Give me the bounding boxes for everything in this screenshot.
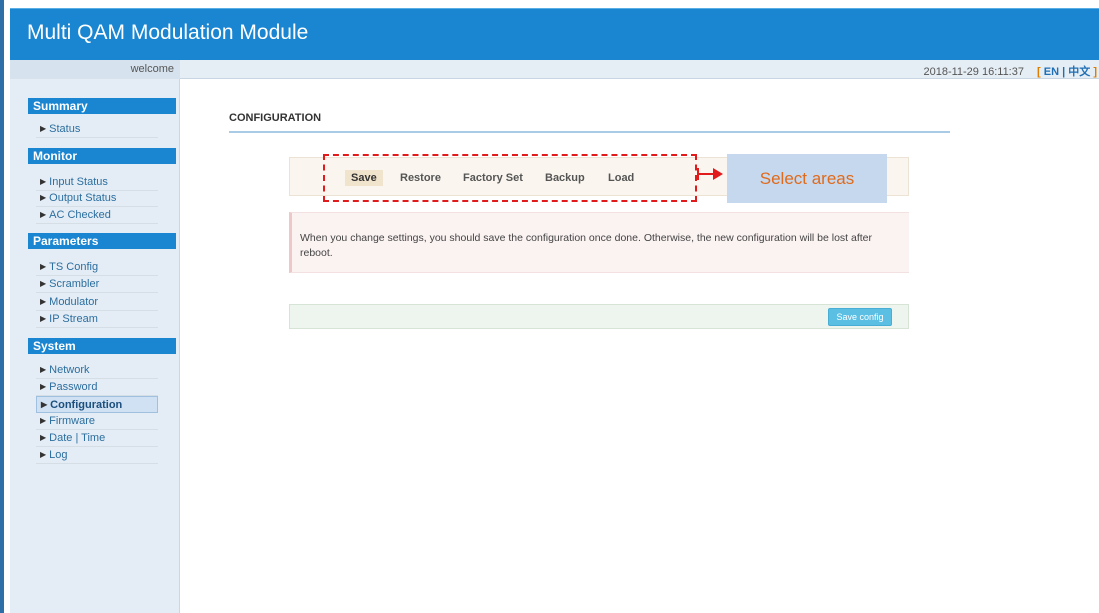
datetime: 2018-11-29 16:11:37 [923,66,1024,78]
app-title: Multi QAM Modulation Module [27,21,309,44]
section-parameters: Parameters [28,233,176,249]
triangle-right-icon: ▶ [40,314,47,323]
lang-zh-link[interactable]: 中文 [1068,66,1090,78]
sidebar-item-password[interactable]: ▶ Password [36,379,158,396]
triangle-right-icon: ▶ [40,262,47,271]
sidebar-item-log[interactable]: ▶ Log [36,447,158,464]
welcome-cell: welcome [10,60,180,79]
sidebar-item-label: Scrambler [49,278,100,290]
page-title: CONFIGURATION [229,112,322,124]
triangle-right-icon: ▶ [40,177,47,186]
sidebar-item-label: Output Status [49,192,117,204]
triangle-right-icon: ▶ [40,450,47,459]
sidebar-item-label: Firmware [49,415,95,427]
sidebar-item-label: Log [49,449,68,461]
language-switcher: [ EN | 中文 ] [1037,66,1097,78]
sidebar-item-label: AC Checked [49,209,111,221]
section-monitor: Monitor [28,148,176,164]
sidebar-item-scrambler[interactable]: ▶ Scrambler [36,276,158,293]
sidebar-item-label: Date | Time [49,432,106,444]
top-info-bar: welcome 2018-11-29 16:11:37 [ EN | 中文 ] [10,60,1099,79]
triangle-right-icon: ▶ [40,382,47,391]
triangle-right-icon: ▶ [40,297,47,306]
app-header: Multi QAM Modulation Module [10,8,1099,60]
sidebar-item-status[interactable]: ▶ Status [36,121,158,138]
sidebar-item-label: Password [49,381,98,393]
sidebar-item-firmware[interactable]: ▶ Firmware [36,413,158,430]
sidebar-item-label: Configuration [50,399,123,411]
sidebar-item-label: Network [49,364,90,376]
sidebar-item-label: Modulator [49,296,99,308]
arrow-right-icon [713,168,723,180]
save-bar: Save config [289,304,909,329]
sidebar-item-label: IP Stream [49,313,98,325]
title-divider [229,131,950,133]
notice-box: When you change settings, you should sav… [289,212,909,273]
annotation-dashed-box [323,154,697,202]
triangle-right-icon: ▶ [40,279,47,288]
section-system: System [28,338,176,354]
triangle-right-icon: ▶ [41,400,48,409]
lang-en-link[interactable]: EN [1044,66,1059,78]
annotation-label: Select areas [727,154,887,203]
notice-text: When you change settings, you should sav… [300,232,873,259]
window-left-edge [0,0,4,613]
lang-bracket-close: ] [1093,66,1097,78]
sidebar-item-date-time[interactable]: ▶ Date | Time [36,430,158,447]
save-config-button[interactable]: Save config [828,308,892,326]
sidebar-item-label: Input Status [49,176,108,188]
lang-bracket-open: [ [1037,66,1041,78]
triangle-right-icon: ▶ [40,416,47,425]
sidebar-item-ts-config[interactable]: ▶ TS Config [36,259,158,276]
welcome-text: welcome [130,63,174,75]
sidebar-item-network[interactable]: ▶ Network [36,362,158,379]
sidebar-item-modulator[interactable]: ▶ Modulator [36,294,158,311]
triangle-right-icon: ▶ [40,365,47,374]
status-area: 2018-11-29 16:11:37 [ EN | 中文 ] [923,63,1097,79]
sidebar-item-input-status[interactable]: ▶ Input Status [36,174,158,191]
sidebar-item-output-status[interactable]: ▶ Output Status [36,190,158,207]
triangle-right-icon: ▶ [40,210,47,219]
sidebar-item-label: TS Config [49,261,99,273]
sidebar-item-ac-checked[interactable]: ▶ AC Checked [36,207,158,224]
triangle-right-icon: ▶ [40,124,47,133]
section-summary: Summary [28,98,176,114]
triangle-right-icon: ▶ [40,433,47,442]
sidebar-item-label: Status [49,123,81,135]
sidebar-item-ip-stream[interactable]: ▶ IP Stream [36,311,158,328]
lang-separator: | [1062,66,1066,78]
triangle-right-icon: ▶ [40,193,47,202]
sidebar-item-configuration[interactable]: ▶ Configuration [36,396,158,413]
